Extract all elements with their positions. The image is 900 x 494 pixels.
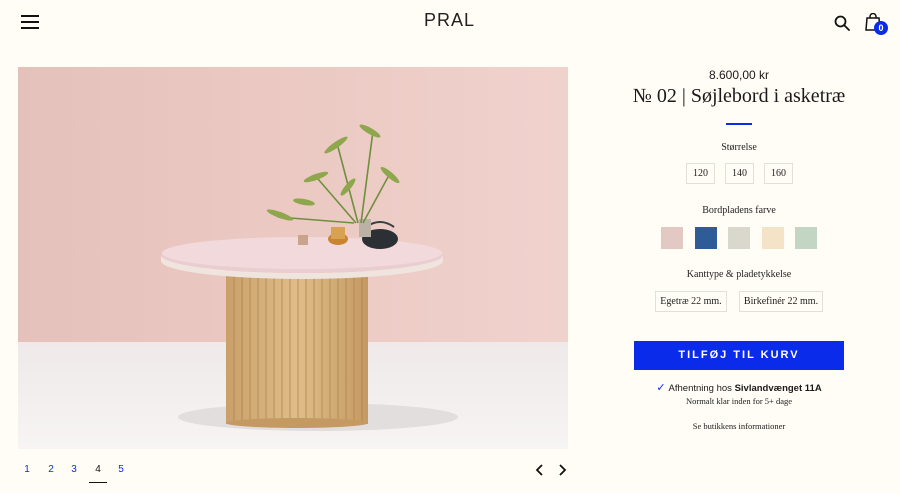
product-image[interactable] [18,67,568,449]
color-swatch-pink[interactable] [661,227,683,249]
page-2[interactable]: 2 [42,458,60,482]
checkmark-icon: ✓ [656,382,666,394]
edge-label: Kanttype & pladetykkelse [686,269,792,280]
cart-button[interactable]: 0 [865,13,889,37]
product-title: № 02 | Søjlebord i asketræ [632,85,846,107]
site-logo[interactable]: PRAL [424,10,475,31]
edge-option-oak[interactable]: Egetræ 22 mm. [655,291,727,312]
store-info-link[interactable]: Se butikkens informationer [598,421,880,431]
title-divider [726,123,752,125]
size-label: Størrelse [721,142,757,153]
search-icon[interactable] [834,15,850,31]
ready-note: Normalt klar inden for 5+ dage [685,396,793,406]
page-5[interactable]: 5 [112,458,130,482]
color-label: Bordpladens farve [702,205,776,216]
color-swatch-green[interactable] [795,227,817,249]
hamburger-icon[interactable] [21,15,39,29]
chevron-left-icon[interactable] [533,462,547,478]
size-option-160[interactable]: 160 [764,163,793,184]
product-price: 8.600,00 kr [708,68,770,82]
size-option-140[interactable]: 140 [725,163,754,184]
color-swatch-grey[interactable] [728,227,750,249]
pickup-location: Sivlandvænget 11A [734,383,822,394]
add-to-cart-button[interactable]: TILFØJ TIL KURV [634,341,844,370]
page-1[interactable]: 1 [18,458,36,482]
pickup-prefix: Afhentning hos [668,383,732,394]
size-option-120[interactable]: 120 [686,163,715,184]
page-4[interactable]: 4 [89,458,107,483]
page-3[interactable]: 3 [65,458,83,482]
color-swatch-blue[interactable] [695,227,717,249]
site-header: PRAL 0 [0,0,900,44]
cart-count-badge: 0 [874,21,888,35]
chevron-right-icon[interactable] [555,462,569,478]
color-swatch-cream[interactable] [762,227,784,249]
edge-option-birch[interactable]: Birkefinér 22 mm. [739,291,823,312]
pickup-info: ✓ Afhentning hos Sivlandvænget 11A [598,381,880,394]
